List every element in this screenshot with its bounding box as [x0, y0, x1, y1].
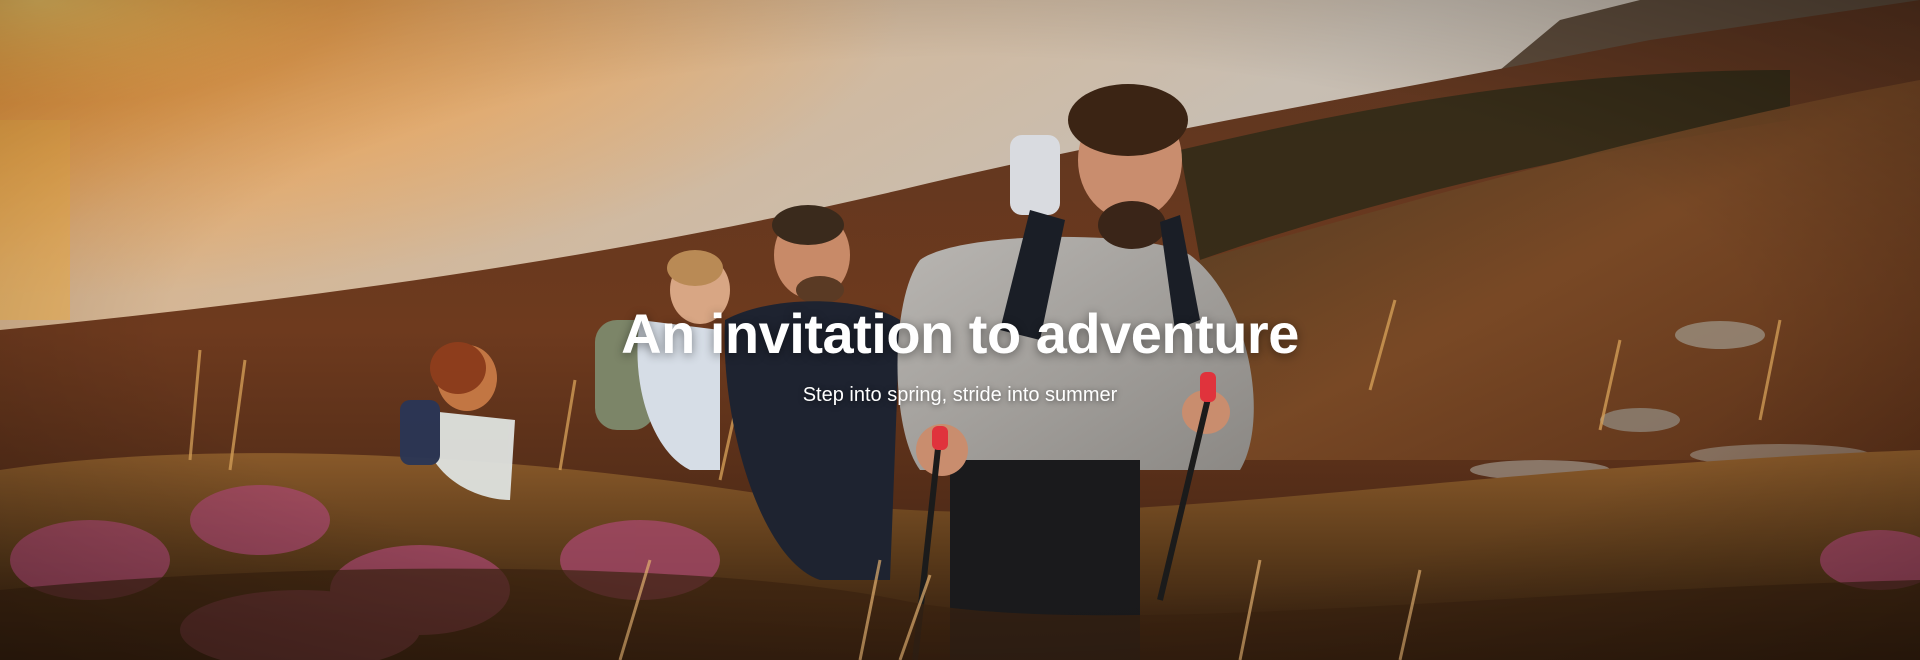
hero-banner[interactable]: An invitation to adventure Step into spr…	[0, 0, 1920, 660]
hero-title: An invitation to adventure	[621, 302, 1299, 365]
hero-copy: An invitation to adventure Step into spr…	[0, 300, 1920, 408]
hero-subtitle: Step into spring, stride into summer	[802, 384, 1118, 406]
